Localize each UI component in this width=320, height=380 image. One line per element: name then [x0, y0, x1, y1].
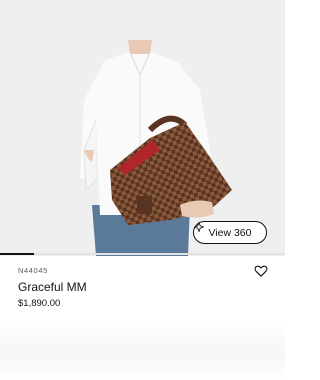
product-image[interactable]: View 360	[0, 0, 285, 256]
product-photo	[0, 0, 285, 256]
view-360-button[interactable]: View 360	[193, 221, 267, 244]
product-card: View 360 N44045 Graceful MM $1,890.00	[0, 0, 285, 380]
product-sku: N44045	[18, 266, 48, 275]
next-card-placeholder	[0, 318, 285, 380]
rotate-360-icon	[194, 222, 204, 232]
product-price: $1,890.00	[18, 298, 61, 309]
carousel-progress-track	[0, 253, 285, 255]
view-360-label: View 360	[208, 226, 252, 239]
product-title[interactable]: Graceful MM	[18, 280, 87, 294]
heart-icon	[254, 265, 268, 277]
wishlist-button[interactable]	[254, 264, 268, 278]
carousel-progress-bar	[0, 253, 35, 255]
